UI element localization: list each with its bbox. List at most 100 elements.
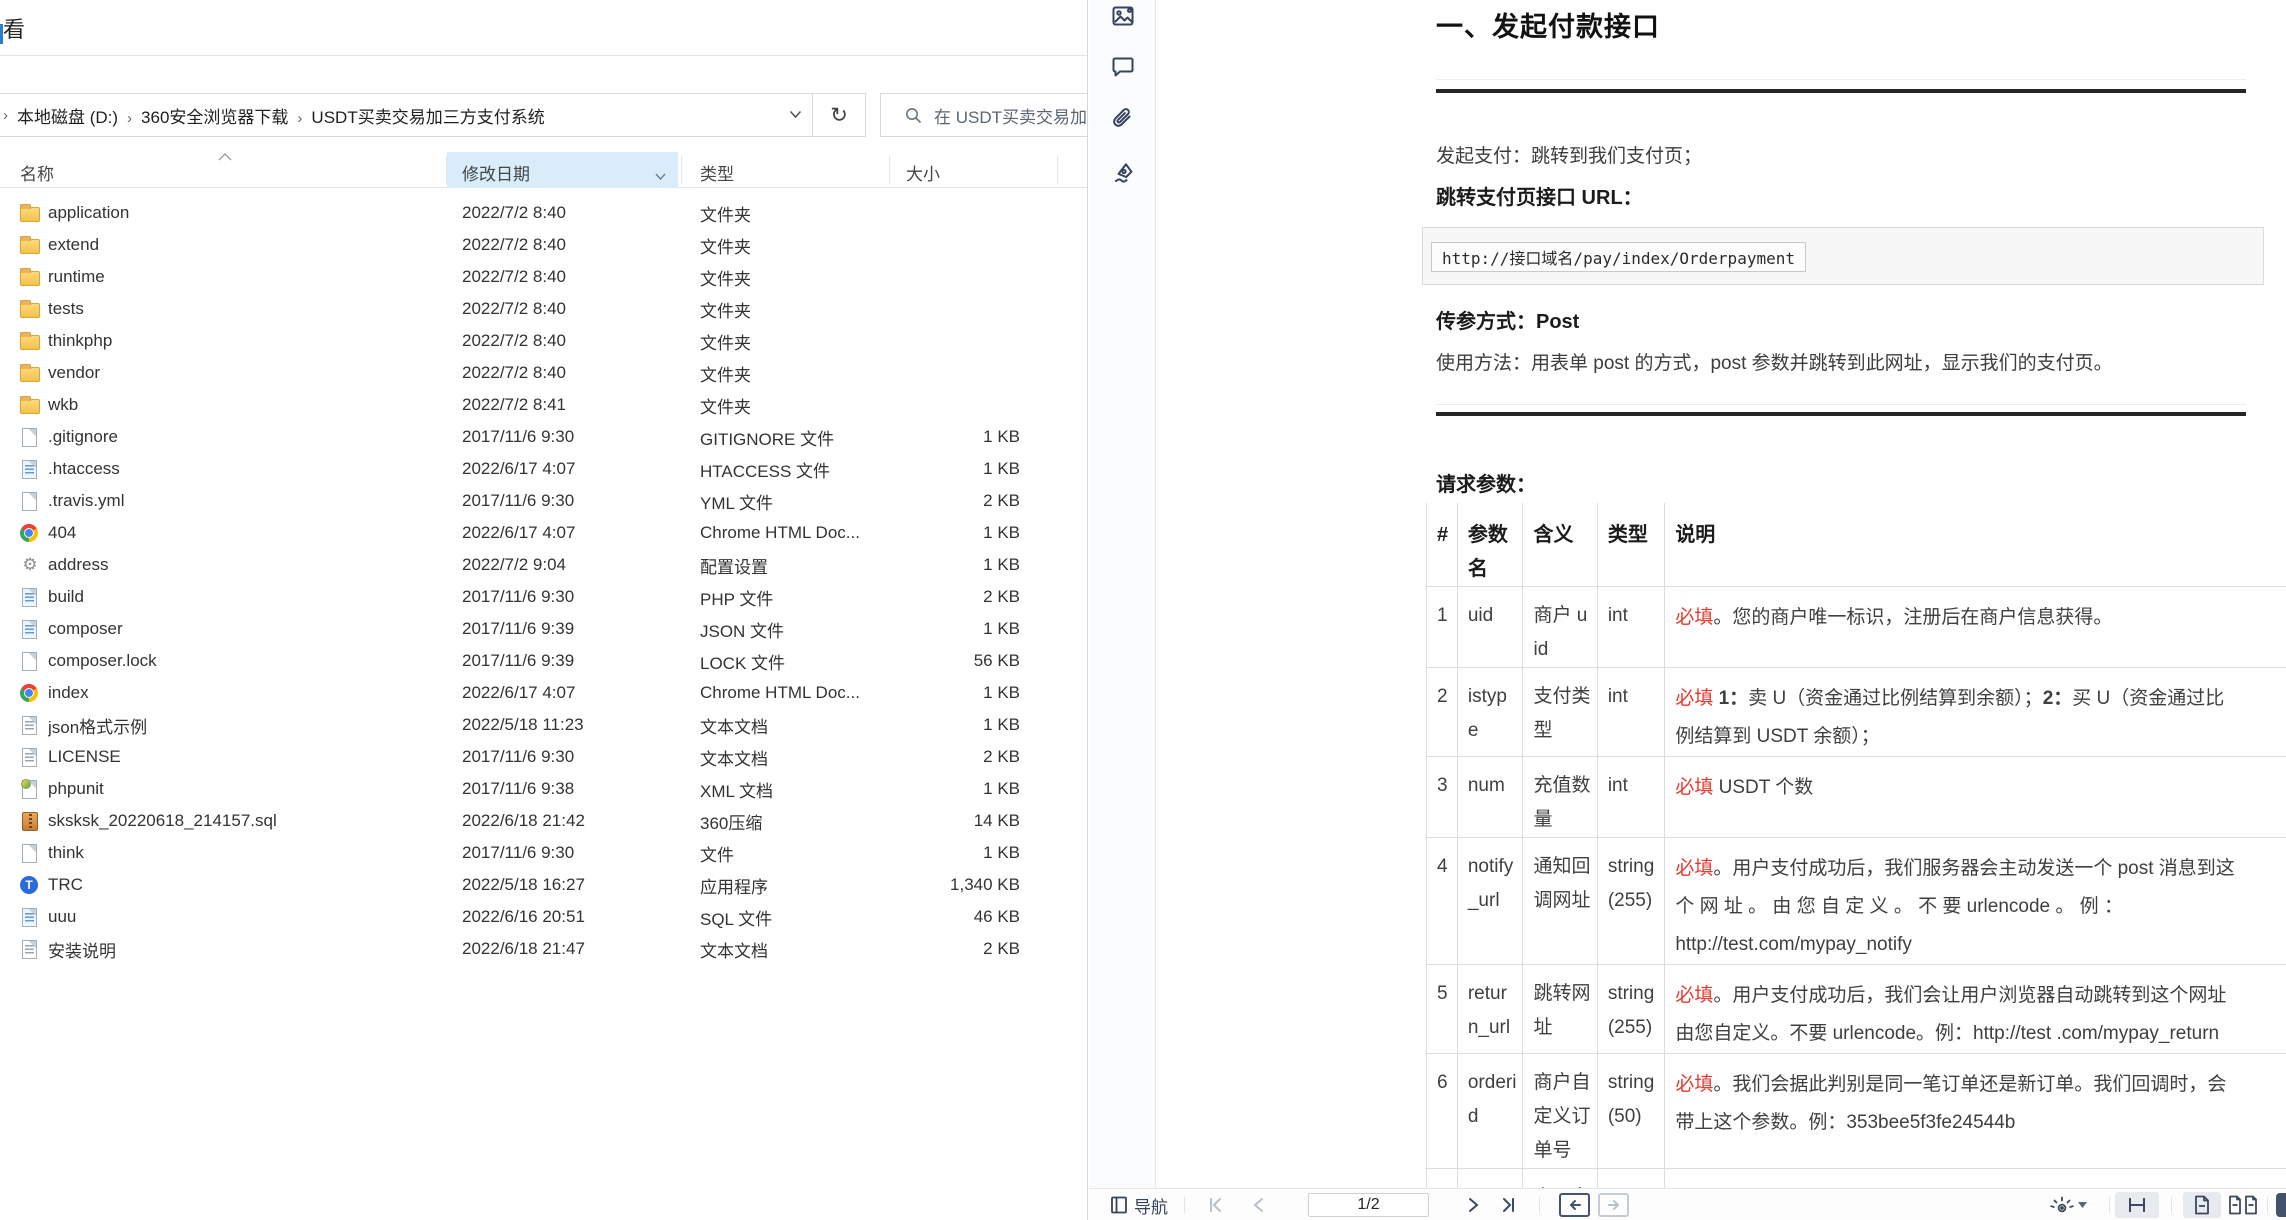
- ribbon-accent-bar: [0, 24, 3, 44]
- address-bar[interactable]: › 本地磁盘 (D:) › 360安全浏览器下载 › USDT买卖交易加三方支付系统 ↻: [0, 93, 866, 137]
- file-row[interactable]: tests 2022/7/2 8:40 文件夹: [0, 293, 1087, 325]
- file-row[interactable]: vendor 2022/7/2 8:40 文件夹: [0, 357, 1087, 389]
- script-icon: [22, 619, 37, 639]
- file-row[interactable]: build 2017/11/6 9:30 PHP 文件 2 KB: [0, 581, 1087, 613]
- address-dropdown-icon[interactable]: [778, 106, 812, 124]
- document-page: 一、发起付款接口 发起支付：跳转到我们支付页； 跳转支付页接口 URL： htt…: [1157, 0, 2286, 1188]
- next-view-button[interactable]: [1598, 1193, 1629, 1217]
- column-header-name[interactable]: 名称: [20, 160, 54, 185]
- navigation-label: 导航: [1134, 1197, 1168, 1217]
- comment-icon[interactable]: [1107, 50, 1139, 82]
- file-type: 文件夹: [700, 301, 751, 321]
- fit-width-button[interactable]: [2115, 1192, 2159, 1218]
- first-page-button[interactable]: [1207, 1189, 1225, 1220]
- file-size: 2 KB: [983, 939, 1020, 958]
- file-row[interactable]: .htaccess 2022/6/17 4:07 HTACCESS 文件 1 KB: [0, 453, 1087, 485]
- file-row[interactable]: wkb 2022/7/2 8:41 文件夹: [0, 389, 1087, 421]
- code-block: http://接口域名/pay/index/Orderpayment: [1422, 227, 2264, 285]
- params-table: # 参数名 含义 类型 说明 1 uid 商户 uid int 必填。您的商户唯一标识，注册后在…: [1426, 503, 2286, 1188]
- page-indicator-input[interactable]: 1/2: [1308, 1193, 1429, 1217]
- screen: 看 › 本地磁盘 (D:) › 360安全浏览器下载 › USDT买卖交易加三方支付系统…: [0, 0, 2286, 1220]
- navigation-panel-button[interactable]: 导航: [1109, 1189, 1168, 1220]
- file-row[interactable]: json格式示例 2022/5/18 11:23 文本文档 1 KB: [0, 709, 1087, 741]
- last-page-button[interactable]: [1499, 1189, 1517, 1220]
- param-name: return_url: [1457, 964, 1524, 1054]
- param-meaning: 商品名称: [1522, 1168, 1598, 1188]
- app-icon: T: [20, 876, 38, 894]
- file-row[interactable]: extend 2022/7/2 8:40 文件夹: [0, 229, 1087, 261]
- rule-thin-1: [1436, 79, 2246, 80]
- file-row[interactable]: composer.lock 2017/11/6 9:39 LOCK 文件 56 KB: [0, 645, 1087, 677]
- file-row[interactable]: 404 2022/6/17 4:07 Chrome HTML Doc... 1 KB: [0, 517, 1087, 549]
- param-desc: 必填 USDT 个数: [1664, 756, 2286, 838]
- column-header-type[interactable]: 类型: [700, 160, 734, 185]
- zoom-control-fragment[interactable]: [2276, 1193, 2286, 1217]
- param-type: int: [1597, 756, 1666, 838]
- param-meaning: 充值数量: [1522, 756, 1598, 838]
- file-size: 1 KB: [983, 779, 1020, 798]
- file-row[interactable]: runtime 2022/7/2 8:40 文件夹: [0, 261, 1087, 293]
- param-meaning: 商户 uid: [1522, 586, 1598, 668]
- chevron-down-icon: [2078, 1202, 2087, 1208]
- param-type: string(100): [1597, 1168, 1666, 1188]
- file-row[interactable]: sksksk_20220618_214157.sql 2022/6/18 21:4…: [0, 805, 1087, 837]
- file-row[interactable]: .gitignore 2017/11/6 9:30 GITIGNORE 文件 1 KB: [0, 421, 1087, 453]
- param-type: int: [1597, 586, 1666, 668]
- file-row[interactable]: think 2017/11/6 9:30 文件 1 KB: [0, 837, 1087, 869]
- file-date: 2022/7/2 9:04: [462, 555, 566, 574]
- file-name: build: [48, 587, 84, 606]
- file-row[interactable]: composer 2017/11/6 9:39 JSON 文件 1 KB: [0, 613, 1087, 645]
- file-row[interactable]: 安装说明 2022/6/18 21:47 文本文档 2 KB: [0, 933, 1087, 965]
- file-name: extend: [48, 235, 100, 254]
- param-meaning: 支付类型: [1522, 667, 1598, 757]
- ribbon-tab-fragment[interactable]: 看: [3, 12, 25, 44]
- breadcrumb-item[interactable]: 本地磁盘 (D:): [8, 108, 127, 127]
- column-header-date[interactable]: 修改日期: [462, 160, 530, 185]
- column-header-size[interactable]: 大小: [906, 160, 940, 185]
- view-mode-button[interactable]: [2049, 1189, 2087, 1220]
- file-row[interactable]: T TRC 2022/5/18 16:27 应用程序 1,340 KB: [0, 869, 1087, 901]
- param-type: string (255): [1597, 837, 1666, 965]
- script-icon: [22, 459, 37, 479]
- filter-dropdown-icon[interactable]: [655, 165, 666, 185]
- single-page-icon: [2195, 1195, 2209, 1215]
- file-row[interactable]: uuu 2022/6/16 20:51 SQL 文件 46 KB: [0, 901, 1087, 933]
- next-page-button[interactable]: [1467, 1189, 1481, 1220]
- param-row: 6 orderid 商户自定义订单号 string (50) 必填。我们会据此判别是同一笔…: [1426, 1053, 2286, 1169]
- gear-icon: ⚙: [22, 555, 38, 574]
- file-name: application: [48, 203, 130, 222]
- file-type: 文件夹: [700, 365, 751, 385]
- file-name: composer: [48, 619, 123, 638]
- file-row[interactable]: ⚙ address 2022/7/2 9:04 配置设置 1 KB: [0, 549, 1087, 581]
- file-row[interactable]: index 2022/6/17 4:07 Chrome HTML Doc... 1 K…: [0, 677, 1087, 709]
- param-desc: 必填 1：卖 U（资金通过比例结算到余额）；2：买 U（资金通过比 例结算到 US…: [1664, 667, 2286, 757]
- param-no: 1: [1426, 586, 1458, 668]
- file-date: 2022/7/2 8:40: [462, 203, 566, 222]
- search-box[interactable]: 在 USDT买卖交易加: [880, 93, 1087, 137]
- file-row[interactable]: thinkphp 2022/7/2 8:40 文件夹: [0, 325, 1087, 357]
- attachment-icon[interactable]: [1107, 103, 1139, 135]
- refresh-button[interactable]: ↻: [813, 103, 865, 128]
- two-page-view-button[interactable]: [2227, 1189, 2259, 1220]
- file-name: tests: [48, 299, 84, 318]
- previous-view-button[interactable]: [1559, 1193, 1590, 1217]
- param-no: 6: [1426, 1053, 1458, 1169]
- file-type: 文件: [700, 845, 734, 865]
- file-type: 配置设置: [700, 557, 768, 577]
- params-table-header: # 参数名 含义 类型 说明: [1426, 503, 2286, 587]
- file-row[interactable]: LICENSE 2017/11/6 9:30 文本文档 2 KB: [0, 741, 1087, 773]
- image-icon[interactable]: [1107, 0, 1139, 32]
- doc-lead: 发起支付：跳转到我们支付页；: [1436, 146, 1703, 167]
- signature-icon[interactable]: [1107, 157, 1139, 189]
- file-size: 1 KB: [983, 843, 1020, 862]
- previous-page-button[interactable]: [1251, 1189, 1265, 1220]
- breadcrumb-item[interactable]: 360安全浏览器下载: [132, 108, 297, 127]
- file-type: PHP 文件: [700, 589, 774, 609]
- file-row[interactable]: .travis.yml 2017/11/6 9:30 YML 文件 2 KB: [0, 485, 1087, 517]
- file-row[interactable]: application 2022/7/2 8:40 文件夹: [0, 197, 1087, 229]
- single-page-view-button[interactable]: [2183, 1192, 2221, 1218]
- breadcrumb-item[interactable]: USDT买卖交易加三方支付系统: [302, 108, 553, 127]
- file-size: 2 KB: [983, 747, 1020, 766]
- param-meaning: 商户自定义订单号: [1522, 1053, 1598, 1169]
- file-row[interactable]: phpunit 2017/11/6 9:38 XML 文档 1 KB: [0, 773, 1087, 805]
